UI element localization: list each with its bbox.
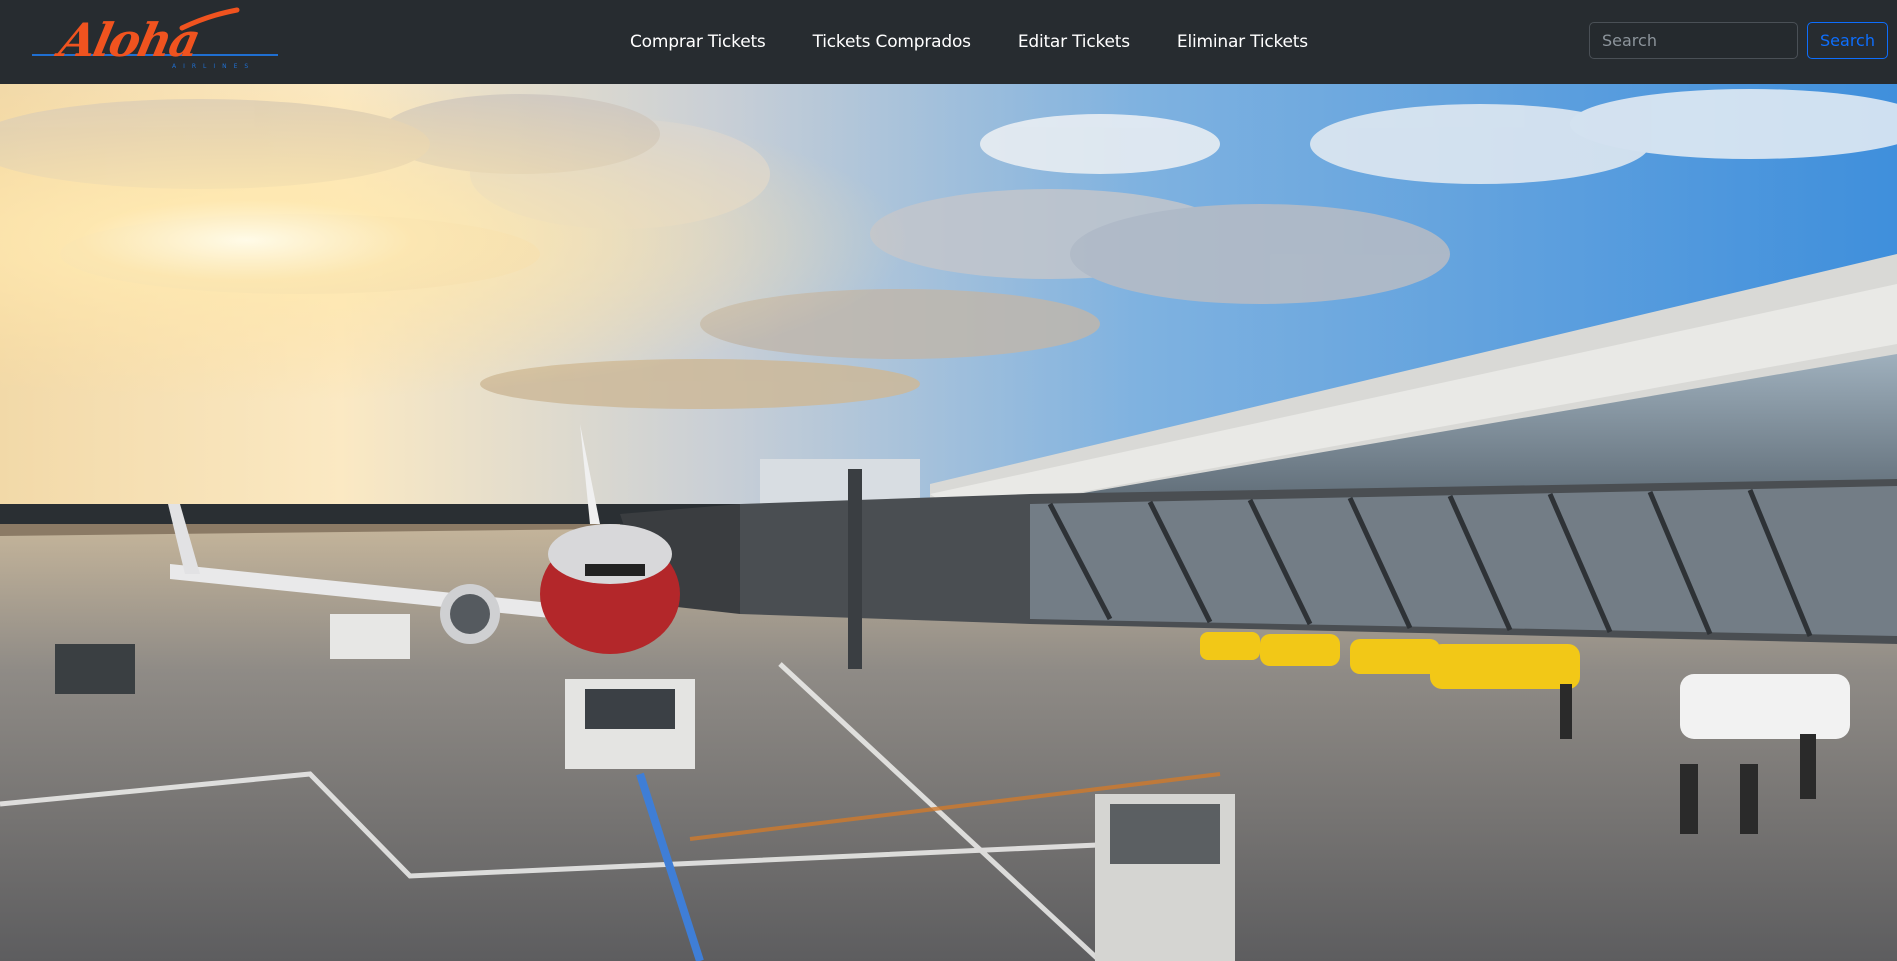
- svg-text:AIRLINES: AIRLINES: [172, 63, 255, 70]
- search-input[interactable]: [1589, 22, 1798, 59]
- aloha-logo-icon: Aloha AIRLINES: [32, 7, 278, 70]
- hero-image: [0, 84, 1897, 961]
- nav-eliminar-tickets[interactable]: Eliminar Tickets: [1177, 32, 1308, 52]
- svg-text:Aloha: Aloha: [51, 12, 204, 66]
- nav-comprar-tickets[interactable]: Comprar Tickets: [630, 32, 766, 52]
- nav-editar-tickets[interactable]: Editar Tickets: [1018, 32, 1130, 52]
- brand-logo[interactable]: Aloha AIRLINES: [32, 6, 282, 76]
- airport-apron-photo: [0, 84, 1897, 961]
- search-button[interactable]: Search: [1807, 22, 1888, 59]
- nav-tickets-comprados[interactable]: Tickets Comprados: [813, 32, 971, 52]
- navbar: Aloha AIRLINES Comprar Tickets Tickets C…: [0, 0, 1897, 84]
- main-nav: Comprar Tickets Tickets Comprados Editar…: [630, 0, 1308, 84]
